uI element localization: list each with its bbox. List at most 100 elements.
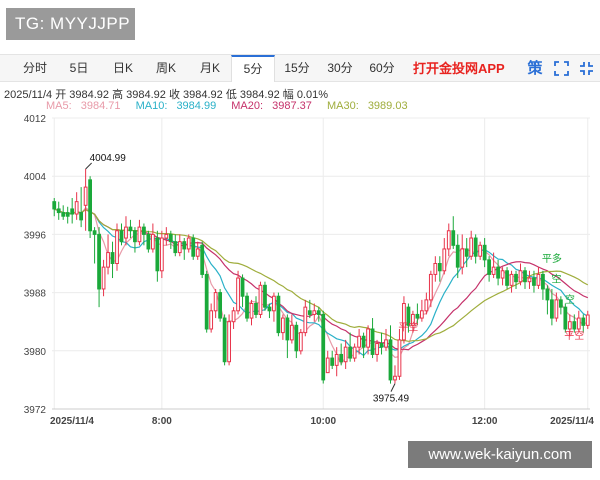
candle-down bbox=[56, 208, 61, 214]
y-tick-label: 4012 bbox=[24, 114, 47, 125]
candle-down bbox=[204, 273, 209, 330]
candle-down bbox=[276, 295, 281, 334]
candle-down bbox=[146, 233, 151, 250]
candle-down bbox=[142, 226, 146, 235]
candle-down bbox=[532, 277, 536, 286]
candle-up bbox=[576, 317, 581, 330]
tab-monthly-k[interactable]: 月K bbox=[192, 55, 228, 82]
settings-icon[interactable]: 策 bbox=[525, 59, 545, 79]
candle-up bbox=[325, 357, 330, 374]
candle-up bbox=[258, 284, 263, 315]
tab-15min[interactable]: 15分 bbox=[280, 55, 314, 82]
candle-down bbox=[110, 252, 115, 264]
candle-down bbox=[191, 237, 196, 257]
x-tick-label: 12:00 bbox=[472, 416, 498, 427]
candle-up bbox=[428, 273, 433, 301]
tab-daily-k[interactable]: 日K bbox=[106, 55, 140, 82]
candle-up bbox=[150, 233, 155, 250]
tab-5day[interactable]: 5日 bbox=[62, 55, 96, 82]
candle-down bbox=[222, 317, 227, 363]
signal-label: 平空 bbox=[564, 329, 584, 342]
candle-down bbox=[523, 270, 527, 283]
candle-down bbox=[88, 179, 92, 232]
candlestick-chart[interactable]: 3972 3980 3988 3996 4004 4012 2025/11/4 8:00 10:… bbox=[0, 110, 600, 440]
candle-down bbox=[415, 313, 420, 319]
candle-up bbox=[164, 233, 169, 239]
candle-down bbox=[572, 321, 577, 330]
candle-up bbox=[186, 237, 191, 250]
candle-up bbox=[236, 277, 240, 312]
candle-up bbox=[518, 270, 523, 283]
low-price-label: 3975.49 bbox=[373, 394, 410, 405]
candle-down bbox=[563, 306, 568, 330]
x-tick-label: 2025/11/4 bbox=[550, 416, 594, 427]
candle-down bbox=[97, 233, 101, 290]
high-price-label: 4004.99 bbox=[90, 153, 127, 164]
candle-up bbox=[554, 299, 559, 319]
candle-down bbox=[168, 233, 173, 243]
candle-up bbox=[159, 237, 164, 272]
candle-down bbox=[581, 317, 586, 326]
fullscreen-icon[interactable] bbox=[553, 60, 570, 77]
candle-up bbox=[366, 328, 370, 348]
x-tick-label: 2025/11/4 bbox=[50, 416, 94, 427]
candle-up bbox=[352, 346, 357, 359]
candle-down bbox=[437, 263, 442, 272]
candle-up bbox=[384, 339, 388, 348]
candle-down bbox=[451, 230, 456, 246]
tab-5min[interactable]: 5分 bbox=[231, 55, 275, 82]
signal-label: 平空 bbox=[398, 320, 418, 333]
candle-up bbox=[106, 252, 110, 268]
candle-down bbox=[245, 295, 249, 319]
candle-up bbox=[357, 335, 361, 348]
candle-up bbox=[289, 324, 294, 341]
quote-date: 2025/11/4 bbox=[4, 89, 53, 101]
tab-timeshare[interactable]: 分时 bbox=[18, 55, 52, 82]
candle-up bbox=[375, 343, 379, 355]
watermark-badge: TG: MYYJJPP bbox=[6, 8, 135, 40]
candle-up bbox=[209, 310, 214, 330]
candle-down bbox=[455, 244, 460, 268]
candle-down bbox=[464, 248, 469, 257]
candle-down bbox=[254, 303, 258, 315]
candle-down bbox=[388, 339, 393, 381]
candle-up bbox=[478, 244, 483, 257]
candle-up bbox=[213, 292, 218, 312]
candle-down bbox=[339, 353, 344, 363]
candle-down bbox=[65, 212, 70, 217]
candle-up bbox=[115, 230, 119, 264]
candle-down bbox=[370, 328, 375, 355]
candle-down bbox=[545, 288, 550, 301]
candle-up bbox=[433, 263, 438, 275]
y-tick-label: 3996 bbox=[24, 230, 47, 241]
candle-up bbox=[312, 310, 317, 315]
signal-label: 空 bbox=[551, 272, 561, 285]
y-tick-label: 3988 bbox=[24, 289, 47, 300]
tab-weekly-k[interactable]: 周K bbox=[148, 55, 184, 82]
signal-label: 空 bbox=[565, 293, 575, 306]
tab-60min[interactable]: 60分 bbox=[364, 55, 400, 82]
y-tick-label: 4004 bbox=[24, 172, 47, 183]
candle-down bbox=[330, 357, 335, 366]
candle-up bbox=[334, 353, 339, 366]
candle-up bbox=[397, 339, 402, 377]
candle-down bbox=[321, 313, 326, 381]
candle-down bbox=[482, 244, 487, 261]
candle-down bbox=[182, 241, 187, 250]
period-tab-bar: 分时 5日 日K 周K 月K 5分 15分 30分 60分 打开金投网APP 策 bbox=[0, 54, 600, 82]
candle-down bbox=[52, 201, 57, 210]
candle-up bbox=[74, 201, 79, 215]
candle-up bbox=[177, 241, 182, 254]
candle-down bbox=[61, 212, 66, 217]
candle-up bbox=[249, 303, 254, 319]
candle-down bbox=[294, 324, 299, 352]
candle-down bbox=[361, 335, 366, 348]
exit-fullscreen-icon[interactable] bbox=[578, 60, 595, 77]
candle-down bbox=[155, 237, 160, 272]
candle-up bbox=[469, 237, 474, 257]
candle-up bbox=[393, 375, 397, 381]
candle-down bbox=[473, 237, 478, 257]
open-app-link[interactable]: 打开金投网APP bbox=[413, 55, 505, 82]
tab-30min[interactable]: 30分 bbox=[322, 55, 358, 82]
candle-down bbox=[92, 230, 97, 235]
